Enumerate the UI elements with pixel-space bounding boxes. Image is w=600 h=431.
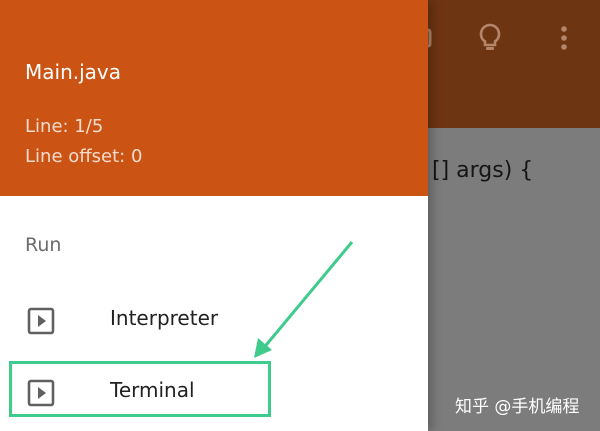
code-line: [] args) { <box>432 158 534 183</box>
drawer-header: Main.java Line: 1/5 Line offset: 0 <box>0 0 428 196</box>
file-name: Main.java <box>25 60 122 84</box>
navigation-drawer: Main.java Line: 1/5 Line offset: 0 Run I… <box>0 0 428 431</box>
menu-item-interpreter[interactable]: Interpreter <box>0 290 428 350</box>
menu-item-terminal[interactable]: Terminal <box>0 362 428 422</box>
play-box-icon <box>27 379 55 407</box>
section-run-label: Run <box>25 234 62 256</box>
play-box-icon <box>27 307 55 335</box>
line-offset: Line offset: 0 <box>25 146 143 167</box>
watermark: 知乎 @手机编程 <box>455 397 580 417</box>
menu-item-label: Terminal <box>110 378 195 402</box>
line-info: Line: 1/5 <box>25 116 104 137</box>
menu-item-label: Interpreter <box>110 306 219 330</box>
lightbulb-icon[interactable] <box>470 18 510 58</box>
more-vertical-icon[interactable] <box>546 18 586 58</box>
